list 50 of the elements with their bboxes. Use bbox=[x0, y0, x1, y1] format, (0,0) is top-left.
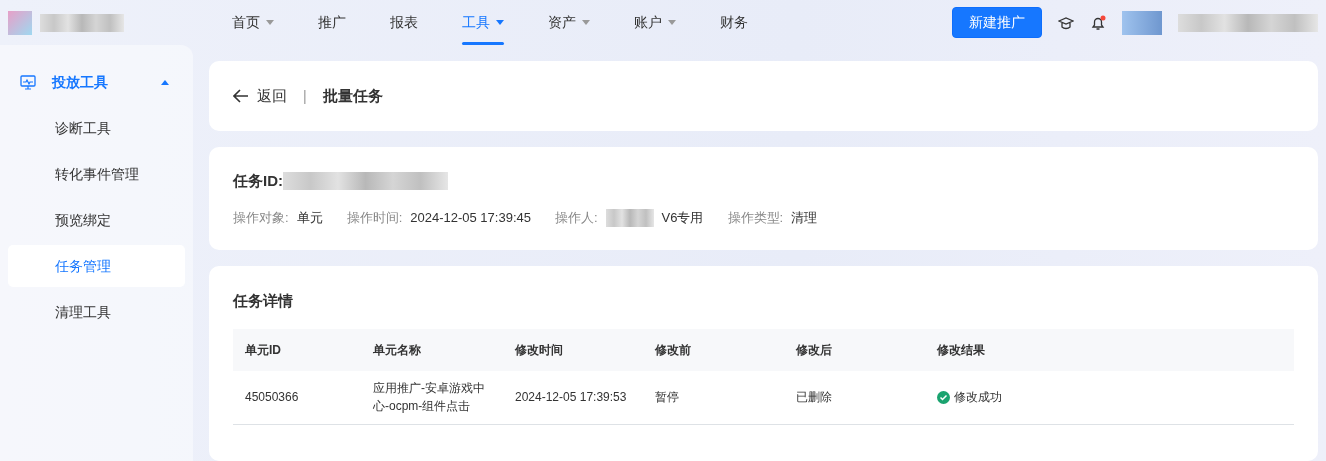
meta-label: 操作类型: bbox=[727, 209, 784, 227]
avatar-icon bbox=[1122, 10, 1162, 35]
table-cell-text: 2024-12-05 17:39:53 bbox=[514, 389, 628, 406]
page-title: 批量任务 bbox=[322, 85, 383, 106]
bell-icon[interactable] bbox=[1090, 14, 1106, 31]
sidebar-group[interactable]: 投放工具 bbox=[8, 61, 185, 103]
sidebar-item[interactable]: 预览绑定 bbox=[8, 199, 185, 241]
meta-label: 操作对象: bbox=[233, 209, 289, 227]
nav-tab[interactable]: 报表 bbox=[368, 0, 440, 45]
back-link[interactable]: 返回 bbox=[233, 84, 287, 108]
nav-tab[interactable]: 资产 bbox=[526, 0, 612, 45]
task-id-label: 任务ID: bbox=[233, 170, 283, 191]
column-header: 修改后 bbox=[795, 341, 833, 359]
separator: | bbox=[303, 86, 307, 106]
sidebar-item[interactable]: 任务管理 bbox=[8, 245, 185, 287]
nav-tab[interactable]: 首页 bbox=[210, 0, 296, 45]
nav-tab[interactable]: 推广 bbox=[296, 0, 368, 45]
table-cell-text: 应用推广-安卓游戏中心-ocpm-组件点击 bbox=[372, 380, 486, 415]
meta-value: 单元 bbox=[296, 209, 323, 227]
nav-tab[interactable]: 财务 bbox=[698, 0, 770, 45]
nav-tab[interactable]: 工具 bbox=[440, 0, 526, 45]
column-header: 修改时间 bbox=[514, 341, 564, 359]
section-title: 任务详情 bbox=[233, 291, 294, 311]
column-header: 单元名称 bbox=[372, 341, 422, 359]
meta-value: V6专用 bbox=[661, 209, 704, 227]
caret-icon bbox=[668, 19, 676, 25]
meta-label: 操作时间: bbox=[346, 209, 403, 227]
meta-label: 操作人: bbox=[554, 209, 598, 227]
logo-icon bbox=[8, 10, 32, 35]
caret-icon bbox=[582, 19, 590, 25]
column-header: 单元ID bbox=[244, 341, 282, 359]
caret-icon bbox=[496, 19, 504, 25]
sidebar-item[interactable]: 转化事件管理 bbox=[8, 153, 185, 195]
status-text: 修改成功 bbox=[954, 389, 1002, 406]
table-cell-text: 45050366 bbox=[244, 389, 300, 406]
arrow-left-icon bbox=[233, 89, 249, 103]
new-promotion-button[interactable]: 新建推广 bbox=[952, 7, 1042, 38]
sidebar-item[interactable]: 清理工具 bbox=[8, 291, 185, 333]
column-header: 修改结果 bbox=[936, 341, 986, 359]
graduation-cap-icon[interactable] bbox=[1058, 14, 1074, 31]
table-cell-text: 暂停 bbox=[654, 389, 680, 406]
monitor-icon bbox=[20, 74, 36, 90]
column-header: 修改前 bbox=[654, 341, 692, 359]
meta-value: 清理 bbox=[791, 209, 818, 227]
caret-icon bbox=[161, 79, 169, 85]
caret-icon bbox=[266, 19, 274, 25]
sidebar-item[interactable]: 诊断工具 bbox=[8, 107, 185, 149]
nav-tab[interactable]: 账户 bbox=[612, 0, 698, 45]
table-cell-text: 已删除 bbox=[795, 389, 833, 406]
meta-value: 2024-12-05 17:39:45 bbox=[410, 209, 531, 227]
